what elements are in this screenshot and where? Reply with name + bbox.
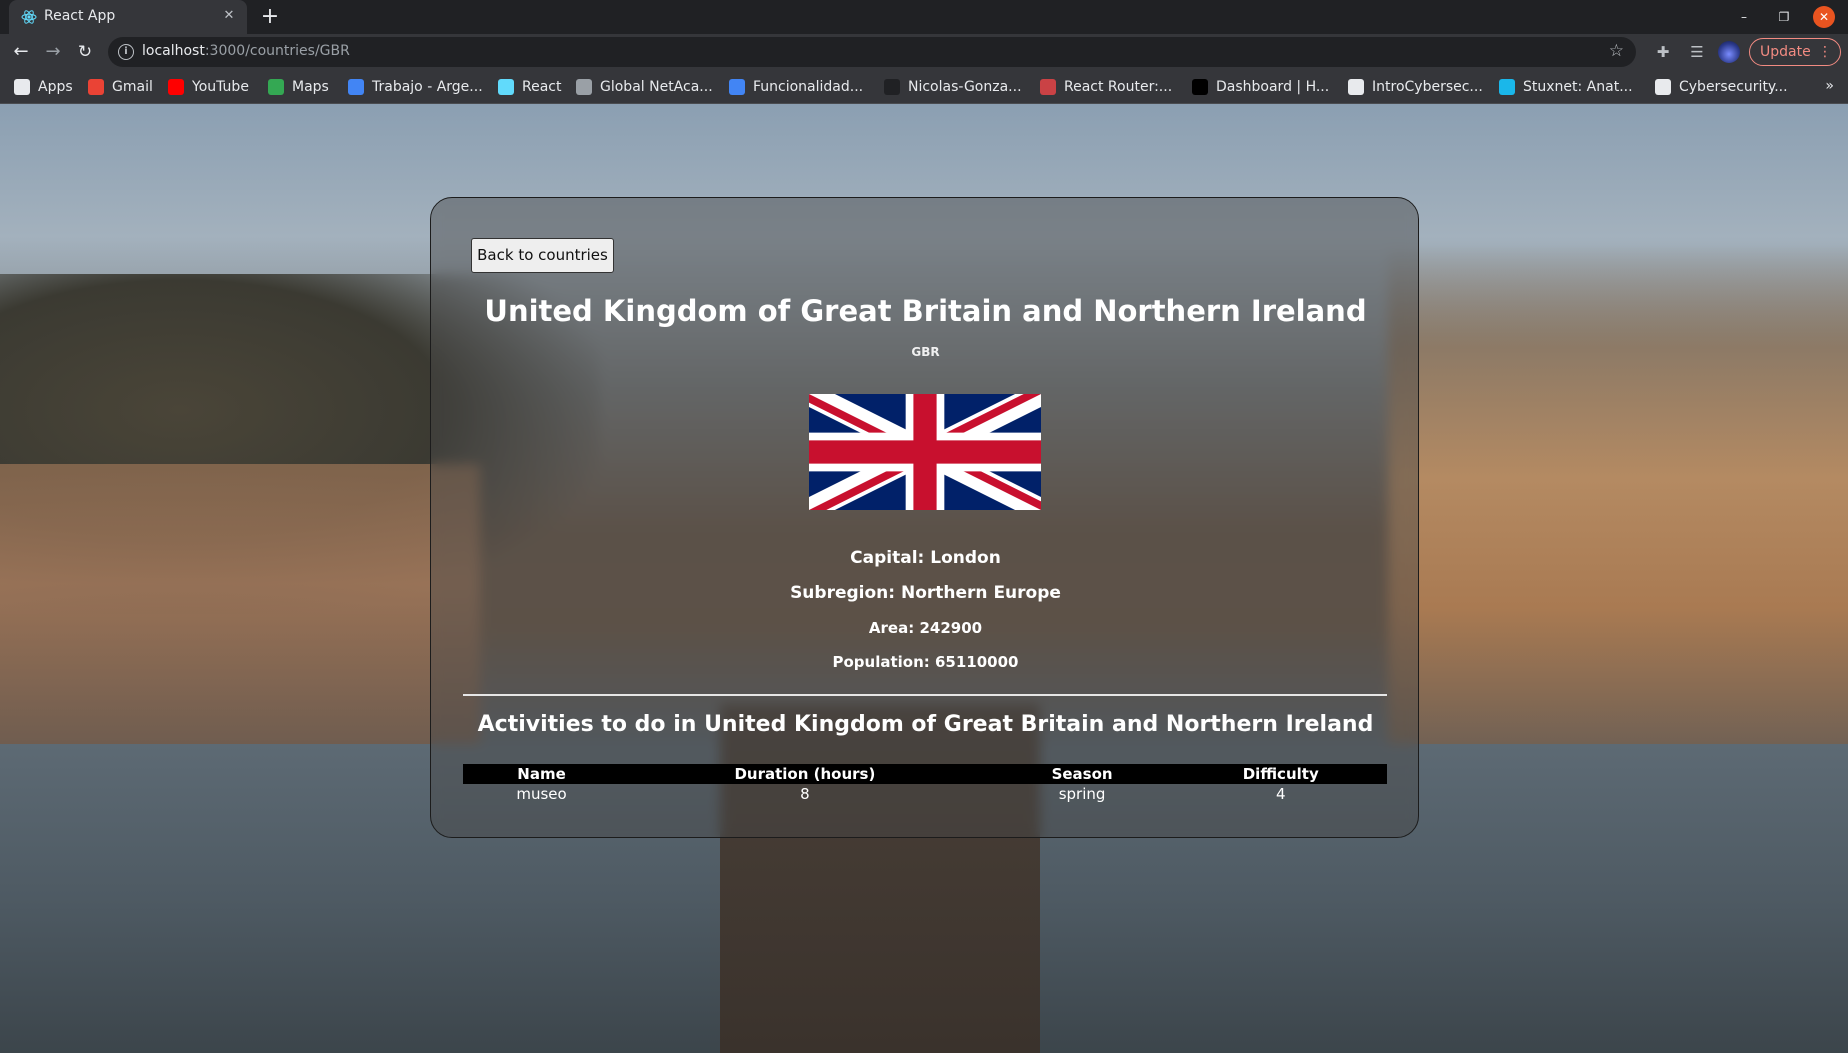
site-info-icon[interactable]: i <box>118 44 134 60</box>
react-router-icon <box>1040 79 1056 95</box>
bookmark-item[interactable]: Trabajo - Arge... <box>348 76 483 98</box>
netacad-icon <box>576 79 592 95</box>
cell-difficulty: 4 <box>1275 785 1286 803</box>
country-detail-card: Back to countries United Kingdom of Grea… <box>430 197 1419 838</box>
bookmark-item[interactable]: YouTube <box>168 76 249 98</box>
globe-icon <box>1348 79 1364 95</box>
bookmark-item[interactable]: IntroCybersec... <box>1348 76 1483 98</box>
close-tab-icon[interactable]: ✕ <box>221 8 237 24</box>
bookmark-item[interactable]: Funcionalidad... <box>729 76 863 98</box>
background-castle <box>1388 244 1848 764</box>
globe-icon <box>1655 79 1671 95</box>
bookmarks-bar: » Apps Gmail YouTube Maps Trabajo - Arge... R… <box>0 70 1848 104</box>
cell-name: museo <box>516 785 567 803</box>
back-arrow-icon[interactable]: ← <box>9 40 33 64</box>
cell-season: spring <box>1058 785 1106 803</box>
more-menu-icon[interactable]: ⋮ <box>1818 39 1832 65</box>
vimeo-icon <box>1499 79 1515 95</box>
cell-duration: 8 <box>800 785 810 803</box>
restore-icon[interactable]: ❐ <box>1773 6 1795 28</box>
population-text: Population: 65110000 <box>832 653 1019 671</box>
react-favicon-icon <box>21 10 37 24</box>
tab-title: React App <box>44 8 116 24</box>
bookmark-label: Funcionalidad... <box>753 79 864 95</box>
section-divider <box>463 694 1387 696</box>
uk-flag-image <box>809 394 1041 510</box>
back-to-countries-button[interactable]: Back to countries <box>471 238 614 273</box>
bookmark-label: IntroCybersec... <box>1372 79 1483 95</box>
update-button[interactable]: Update ⋮ <box>1749 38 1841 66</box>
bookmark-item[interactable]: Nicolas-Gonza... <box>884 76 1022 98</box>
apps-grid-icon <box>14 79 30 95</box>
bookmark-label: Gmail <box>112 79 153 95</box>
table-header-row: Name Duration (hours) Season Difficulty <box>463 764 1387 784</box>
more-bookmarks-icon[interactable]: » <box>1825 78 1834 94</box>
bookmark-label: YouTube <box>192 79 249 95</box>
activities-heading: Activities to do in United Kingdom of Gr… <box>477 712 1374 737</box>
reload-icon[interactable]: ↻ <box>73 40 97 64</box>
trabajo-icon <box>348 79 364 95</box>
bookmark-label: React <box>522 79 562 95</box>
bookmark-label: Apps <box>38 79 73 95</box>
activities-table: Name Duration (hours) Season Difficulty … <box>463 764 1387 804</box>
bookmark-label: Nicolas-Gonza... <box>908 79 1022 95</box>
background-town <box>0 464 480 764</box>
bookmark-label: Cybersecurity... <box>1679 79 1788 95</box>
bookmark-label: Maps <box>292 79 329 95</box>
close-window-icon[interactable]: ✕ <box>1813 6 1835 28</box>
bookmark-item[interactable]: Apps <box>14 76 73 98</box>
bookmark-item[interactable]: Cybersecurity... <box>1655 76 1788 98</box>
new-tab-button[interactable]: + <box>257 4 283 30</box>
column-header-duration: Duration (hours) <box>620 764 990 784</box>
docs-icon <box>729 79 745 95</box>
profile-avatar[interactable] <box>1718 41 1740 63</box>
tab-strip: React App ✕ + – ❐ ✕ <box>0 0 1848 34</box>
table-row: museo 8 spring 4 <box>463 784 1387 804</box>
address-bar[interactable]: i localhost:3000/countries/GBR ☆ <box>108 37 1636 67</box>
country-code: GBR <box>911 345 940 359</box>
bookmark-label: Global NetAca... <box>600 79 713 95</box>
extensions-puzzle-icon[interactable]: ✚ <box>1652 41 1674 63</box>
maps-icon <box>268 79 284 95</box>
country-name-heading: United Kingdom of Great Britain and Nort… <box>484 294 1367 328</box>
bookmark-item[interactable]: Gmail <box>88 76 153 98</box>
bookmark-item[interactable]: React Router:... <box>1040 76 1172 98</box>
column-header-difficulty: Difficulty <box>1174 764 1387 784</box>
page-background: Back to countries United Kingdom of Grea… <box>0 104 1848 1053</box>
area-text: Area: 242900 <box>868 619 983 637</box>
bookmark-star-icon[interactable]: ☆ <box>1609 41 1624 61</box>
gmail-icon <box>88 79 104 95</box>
browser-toolbar: ← → ↻ i localhost:3000/countries/GBR ☆ ✚… <box>0 34 1848 70</box>
bookmark-label: Dashboard | H... <box>1216 79 1330 95</box>
bookmark-item[interactable]: Stuxnet: Anat... <box>1499 76 1633 98</box>
react-icon <box>498 79 514 95</box>
bookmark-item[interactable]: Dashboard | H... <box>1192 76 1329 98</box>
capital-text: Capital: London <box>850 548 1001 568</box>
url-text: localhost:3000/countries/GBR <box>142 43 350 59</box>
minimize-icon[interactable]: – <box>1733 6 1755 28</box>
bookmark-item[interactable]: Maps <box>268 76 329 98</box>
reading-list-icon[interactable]: ☰ <box>1686 41 1708 63</box>
bookmark-label: Trabajo - Arge... <box>372 79 483 95</box>
column-header-season: Season <box>989 764 1175 784</box>
subregion-text: Subregion: Northern Europe <box>790 583 1061 603</box>
forward-arrow-icon[interactable]: → <box>41 40 65 64</box>
bookmark-label: React Router:... <box>1064 79 1173 95</box>
bookmark-label: Stuxnet: Anat... <box>1523 79 1633 95</box>
youtube-icon <box>168 79 184 95</box>
update-label: Update <box>1760 44 1811 60</box>
browser-tab[interactable]: React App ✕ <box>9 0 247 34</box>
dashboard-icon <box>1192 79 1208 95</box>
bookmark-item[interactable]: React <box>498 76 561 98</box>
github-icon <box>884 79 900 95</box>
bookmark-item[interactable]: Global NetAca... <box>576 76 713 98</box>
column-header-name: Name <box>463 764 621 784</box>
